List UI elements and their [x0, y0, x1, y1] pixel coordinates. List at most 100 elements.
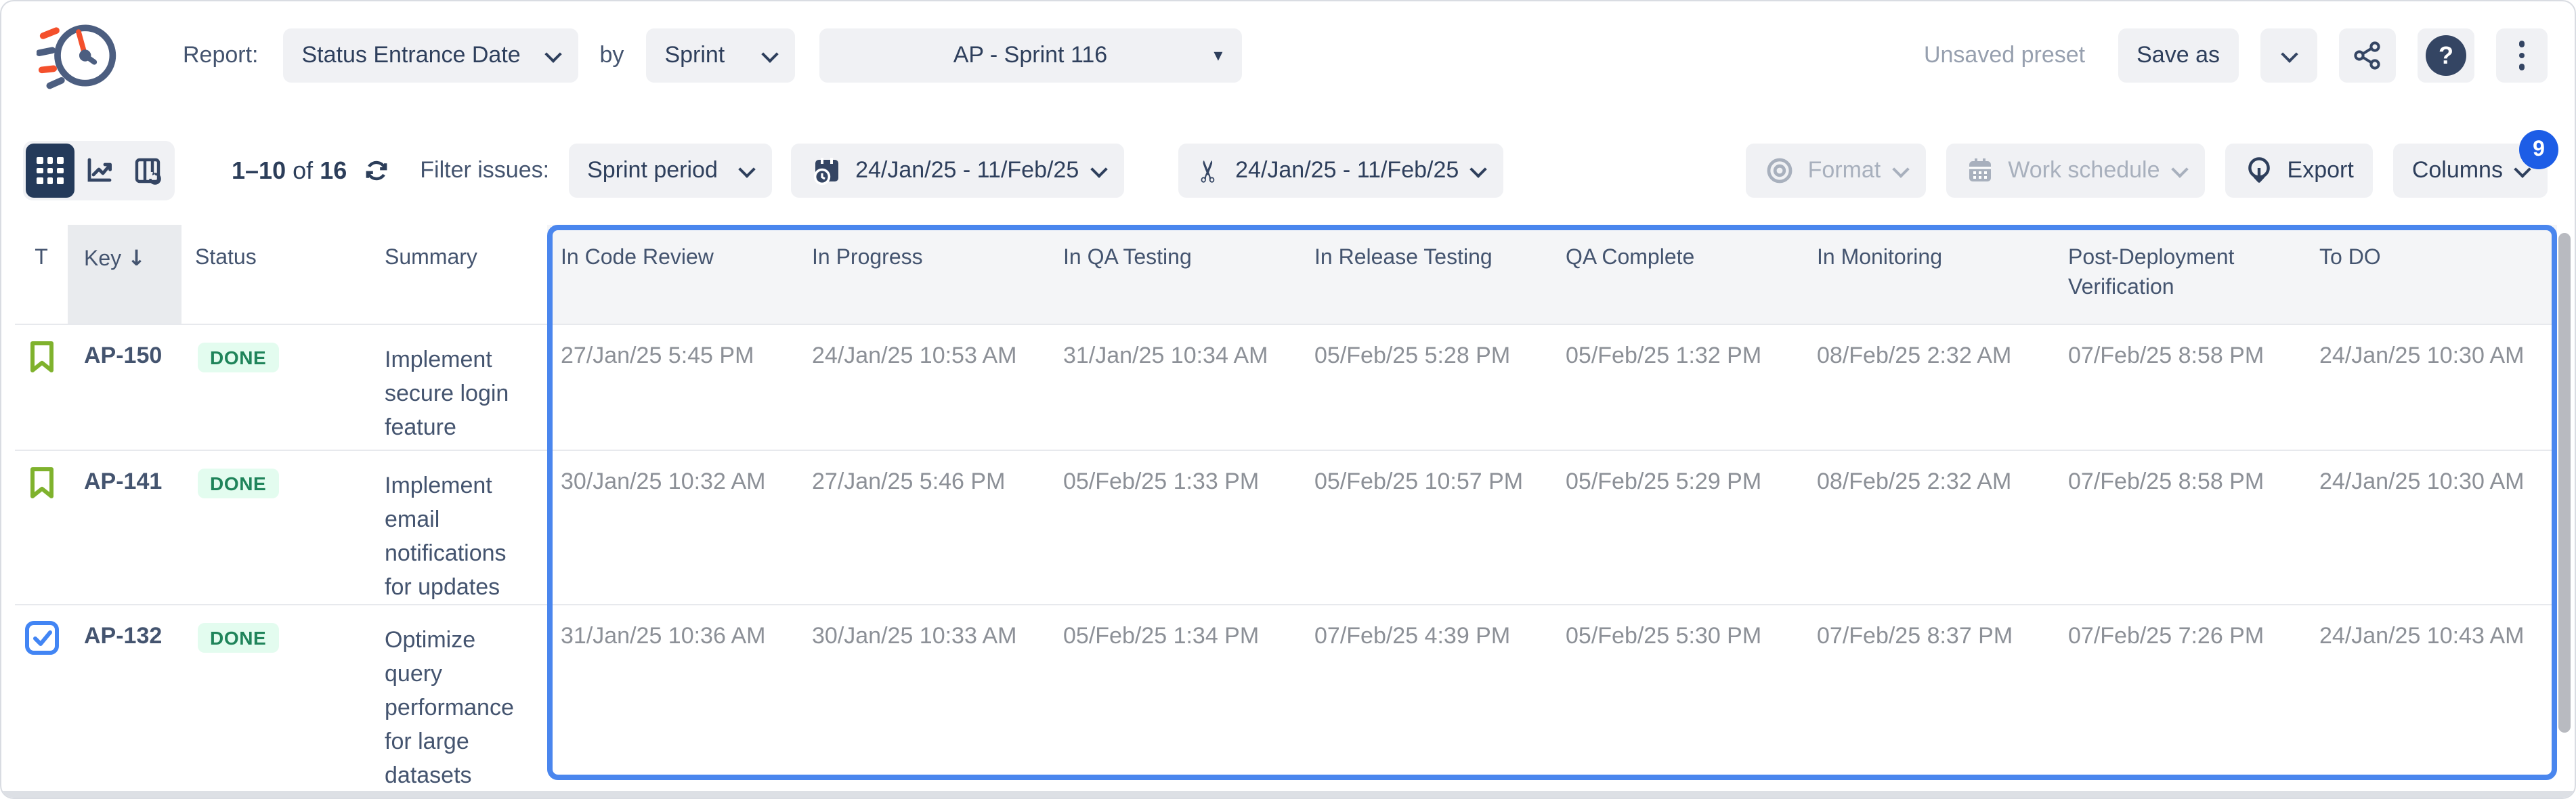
view-table-button[interactable]	[26, 144, 74, 198]
report-window: Report: Status Entrance Date by Sprint A…	[0, 0, 2576, 799]
filter-type-value: Sprint period	[587, 157, 718, 184]
save-as-button[interactable]: Save as	[2118, 28, 2239, 83]
view-chart-button[interactable]	[74, 144, 123, 198]
status-entrance-date: 07/Feb/25 8:58 PM	[2055, 450, 2306, 604]
issues-table: T Key ↓ Status Summary In Code Review In…	[15, 225, 2575, 799]
chevron-down-icon	[2280, 45, 2297, 62]
view-switcher	[23, 141, 175, 200]
export-label: Export	[2288, 157, 2354, 184]
status-badge: DONE	[198, 343, 278, 372]
format-target-icon	[1765, 156, 1795, 186]
status-badge: DONE	[198, 469, 278, 498]
status-entrance-date: 05/Feb/25 5:29 PM	[1552, 450, 1803, 604]
column-header-status[interactable]: Status	[181, 225, 371, 324]
refresh-icon	[360, 154, 393, 187]
column-header-date[interactable]: To DO	[2306, 225, 2557, 324]
export-icon	[2244, 156, 2274, 186]
count-total: 16	[320, 156, 347, 183]
help-button[interactable]: ?	[2418, 28, 2474, 83]
trim-period-dropdown[interactable]: ✂ 24/Jan/25 - 11/Feb/25	[1178, 144, 1503, 198]
top-bar: Report: Status Entrance Date by Sprint A…	[1, 1, 2575, 110]
story-bookmark-icon	[28, 340, 55, 374]
trim-period-value: 24/Jan/25 - 11/Feb/25	[1235, 157, 1459, 184]
column-header-date[interactable]: In Monitoring	[1803, 225, 2055, 324]
group-by-dropdown[interactable]: Sprint	[645, 28, 794, 83]
key-header-label: Key	[84, 248, 121, 271]
chevron-down-icon	[544, 45, 561, 62]
export-button[interactable]: Export	[2225, 144, 2373, 198]
issue-summary[interactable]: Implement secure login feature	[371, 324, 547, 450]
chevron-down-icon	[1470, 160, 1487, 177]
column-header-type[interactable]: T	[15, 225, 68, 324]
status-entrance-date: 05/Feb/25 5:28 PM	[1301, 324, 1552, 450]
by-label: by	[600, 42, 624, 69]
issue-summary[interactable]: Implement email notifications for update…	[371, 450, 547, 604]
status-entrance-date: 05/Feb/25 1:33 PM	[1050, 450, 1301, 604]
issue-type-cell	[15, 450, 68, 604]
status-entrance-date: 24/Jan/25 10:43 AM	[2306, 604, 2557, 799]
column-header-date[interactable]: In QA Testing	[1050, 225, 1301, 324]
chevron-down-icon	[1090, 160, 1107, 177]
status-entrance-date: 07/Feb/25 8:37 PM	[1803, 604, 2055, 799]
story-bookmark-icon	[28, 466, 55, 500]
status-badge: DONE	[198, 623, 278, 653]
format-dropdown[interactable]: Format	[1746, 144, 1926, 198]
question-icon: ?	[2426, 35, 2466, 76]
board-sync-icon	[133, 156, 163, 186]
sort-descending-icon: ↓	[127, 245, 146, 271]
share-button[interactable]	[2339, 28, 2396, 83]
issue-key[interactable]: AP-132	[68, 604, 181, 799]
status-entrance-date: 31/Jan/25 10:34 AM	[1050, 324, 1301, 450]
status-entrance-date: 05/Feb/25 1:32 PM	[1552, 324, 1803, 450]
columns-label: Columns	[2412, 157, 2503, 184]
status-entrance-date: 07/Feb/25 8:58 PM	[2055, 324, 2306, 450]
share-icon	[2353, 41, 2382, 70]
status-entrance-date: 30/Jan/25 10:32 AM	[547, 450, 798, 604]
issue-key[interactable]: AP-141	[68, 450, 181, 604]
filter-type-dropdown[interactable]: Sprint period	[568, 144, 771, 198]
column-header-date[interactable]: In Code Review	[547, 225, 798, 324]
issue-count: 1–10 of 16	[232, 156, 347, 185]
column-header-date[interactable]: In Release Testing	[1301, 225, 1552, 324]
column-header-date[interactable]: In Progress	[798, 225, 1050, 324]
column-header-date[interactable]: QA Complete	[1552, 225, 1803, 324]
scope-value: AP - Sprint 116	[953, 42, 1107, 69]
view-board-button[interactable]	[123, 144, 172, 198]
more-actions-button[interactable]	[2496, 28, 2548, 83]
column-header-date[interactable]: Post-Deployment Verification	[2055, 225, 2306, 324]
sprint-period-dropdown[interactable]: 24/Jan/25 - 11/Feb/25	[790, 144, 1123, 198]
status-entrance-date: 24/Jan/25 10:30 AM	[2306, 450, 2557, 604]
columns-count-badge: 9	[2519, 130, 2558, 169]
scope-dropdown[interactable]: AP - Sprint 116 ▾	[819, 28, 1241, 83]
calendar-icon	[1965, 156, 1994, 186]
issue-summary[interactable]: Optimize query performance for large dat…	[371, 604, 547, 799]
status-entrance-date: 08/Feb/25 2:32 AM	[1803, 450, 2055, 604]
report-label: Report:	[183, 42, 259, 69]
scissors-icon: ✂	[1193, 158, 1226, 183]
refresh-button[interactable]	[360, 154, 393, 187]
status-entrance-date: 05/Feb/25 10:57 PM	[1301, 450, 1552, 604]
status-entrance-date: 31/Jan/25 10:36 AM	[547, 604, 798, 799]
count-range: 1–10	[232, 156, 286, 183]
work-schedule-label: Work schedule	[2008, 157, 2160, 184]
work-schedule-dropdown[interactable]: Work schedule	[1946, 144, 2204, 198]
status-entrance-date: 07/Feb/25 7:26 PM	[2055, 604, 2306, 799]
issue-type-cell	[15, 324, 68, 450]
issue-key[interactable]: AP-150	[68, 324, 181, 450]
status-entrance-date: 24/Jan/25 10:53 AM	[798, 324, 1050, 450]
bottom-edge-bar	[1, 791, 2575, 798]
save-as-label: Save as	[2137, 42, 2220, 69]
vertical-scrollbar-thumb[interactable]	[2558, 233, 2571, 733]
status-entrance-date: 08/Feb/25 2:32 AM	[1803, 324, 2055, 450]
count-of: of	[293, 156, 313, 183]
status-entrance-date: 27/Jan/25 5:45 PM	[547, 324, 798, 450]
save-options-dropdown[interactable]	[2260, 28, 2317, 83]
column-header-summary[interactable]: Summary	[371, 225, 547, 324]
report-type-dropdown[interactable]: Status Entrance Date	[283, 28, 578, 83]
chevron-down-icon	[2171, 160, 2188, 177]
kebab-icon	[2519, 41, 2525, 70]
chevron-down-icon	[761, 45, 778, 62]
issue-type-cell	[15, 604, 68, 799]
column-header-key[interactable]: Key ↓	[68, 225, 181, 324]
status-entrance-date: 07/Feb/25 4:39 PM	[1301, 604, 1552, 799]
